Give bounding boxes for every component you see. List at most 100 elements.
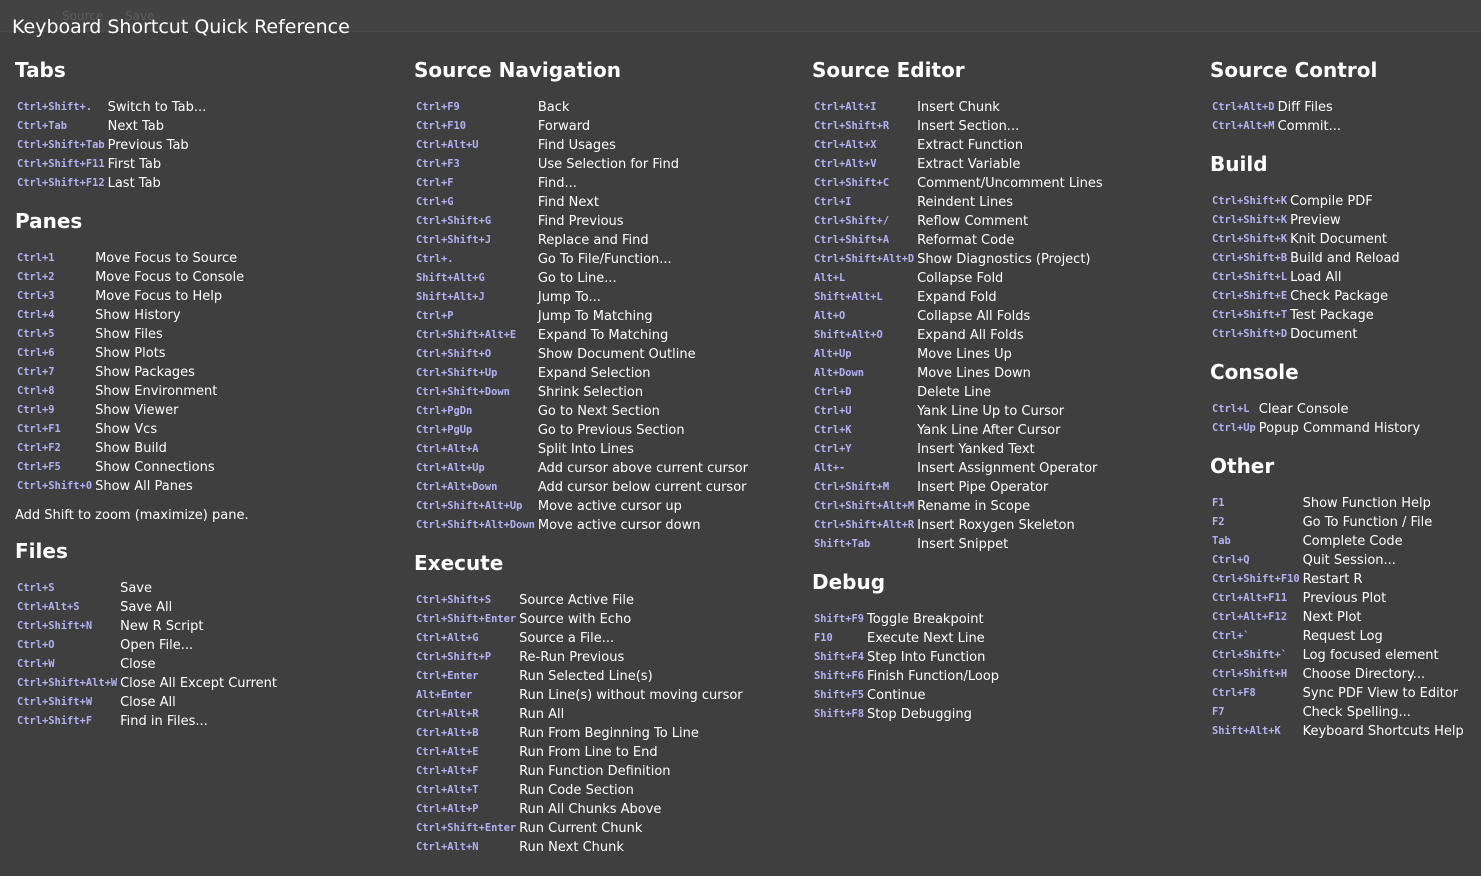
shortcut-key: Ctrl+9 <box>17 404 55 416</box>
shortcut-table: Ctrl+Shift+S Source Active File Ctrl+Shift… <box>414 591 743 857</box>
shortcut-description: Go To Function / File <box>1302 515 1433 530</box>
shortcut-key: Shift+F8 <box>814 708 865 720</box>
shortcut-row: Ctrl+G Find Next <box>414 193 748 212</box>
shortcut-key: Ctrl+Alt+X <box>814 139 877 151</box>
section-note: Add Shift to zoom (maximize) pane. <box>15 508 249 523</box>
shortcut-row: Ctrl+Shift+Enter Source with Echo <box>414 610 743 629</box>
shortcut-description: Test Package <box>1290 308 1374 323</box>
section-title: Other <box>1210 454 1275 478</box>
shortcut-description: Show Files <box>95 327 163 342</box>
shortcut-key: Ctrl+F9 <box>416 101 460 113</box>
shortcut-column-4: Source Control Ctrl+Alt+D Diff Files Ctrl+A… <box>1210 58 1464 757</box>
shortcut-key: Ctrl+F8 <box>1212 687 1256 699</box>
section-title: Console <box>1210 360 1299 384</box>
shortcut-row: Ctrl+Alt+T Run Code Section <box>414 781 743 800</box>
shortcut-description: Reflow Comment <box>917 214 1029 229</box>
section-title: Panes <box>15 209 83 233</box>
shortcut-description: Delete Line <box>917 385 992 400</box>
shortcut-row: Ctrl+Shift+G Find Previous <box>414 212 748 231</box>
shortcut-row: Ctrl+Alt+U Find Usages <box>414 136 748 155</box>
shortcut-row: Ctrl+P Jump To Matching <box>414 307 748 326</box>
shortcut-key: Ctrl+Shift+C <box>814 177 890 189</box>
shortcut-description: Execute Next Line <box>867 631 985 646</box>
shortcut-description: Document <box>1290 327 1358 342</box>
shortcut-description: Insert Assignment Operator <box>917 461 1098 476</box>
shortcut-key: Ctrl+Shift+S <box>416 594 492 606</box>
shortcut-row: Ctrl+Alt+M Commit... <box>1210 117 1341 136</box>
shortcut-row: Ctrl+` Request Log <box>1210 627 1464 646</box>
shortcut-description: Source with Echo <box>519 612 632 627</box>
shortcut-key: Ctrl+Shift+Tab <box>17 139 105 151</box>
shortcut-description: Show Viewer <box>95 403 179 418</box>
shortcut-key: Ctrl+F1 <box>17 423 61 435</box>
shortcut-row: Ctrl+Shift+M Insert Pipe Operator <box>812 478 1103 497</box>
shortcut-row: Shift+Alt+O Expand All Folds <box>812 326 1103 345</box>
shortcut-key: Ctrl+. <box>416 253 454 265</box>
shortcut-description: Move Focus to Console <box>95 270 245 285</box>
shortcut-key: Ctrl+Alt+A <box>416 443 479 455</box>
shortcut-row: Shift+F4 Step Into Function <box>812 648 999 667</box>
shortcut-description: Back <box>537 100 570 115</box>
section-title: Debug <box>812 570 886 594</box>
shortcut-key: Ctrl+U <box>814 405 852 417</box>
shortcut-key: Ctrl+Shift+Alt+E <box>416 329 517 341</box>
shortcut-description: Move active cursor up <box>537 499 682 514</box>
shortcut-key: Alt+Down <box>814 367 865 379</box>
shortcut-key: Ctrl+Y <box>814 443 852 455</box>
shortcut-table: Ctrl+Alt+I Insert Chunk Ctrl+Shift+R Insert… <box>812 98 1103 554</box>
shortcut-reference-overlay[interactable]: Source Save Keyboard Shortcut Quick Refe… <box>0 0 1481 876</box>
shortcut-key: Ctrl+Shift+M <box>814 481 890 493</box>
shortcut-description: Move Focus to Source <box>95 251 238 266</box>
shortcut-row: Ctrl+Alt+F11 Previous Plot <box>1210 589 1464 608</box>
shortcut-row: Ctrl+6 Show Plots <box>15 344 244 363</box>
shortcut-key: Ctrl+O <box>17 639 55 651</box>
shortcut-key: F10 <box>814 632 833 644</box>
shortcut-row: Ctrl+Alt+R Run All <box>414 705 743 724</box>
shortcut-row: Ctrl+Alt+V Extract Variable <box>812 155 1103 174</box>
shortcut-description: Close All <box>120 695 176 710</box>
shortcut-key: Ctrl+G <box>416 196 454 208</box>
shortcut-key: Ctrl+Shift+H <box>1212 668 1288 680</box>
page-title: Keyboard Shortcut Quick Reference <box>12 16 350 38</box>
shortcut-description: Choose Directory... <box>1302 667 1426 682</box>
shortcut-row: F1 Show Function Help <box>1210 494 1464 513</box>
shortcut-row: Ctrl+Shift+Alt+Down Move active cursor do… <box>414 516 748 535</box>
shortcut-description: Find... <box>537 176 577 191</box>
shortcut-row: Ctrl+D Delete Line <box>812 383 1103 402</box>
shortcut-description: Find in Files... <box>120 714 208 729</box>
shortcut-table: Ctrl+Alt+D Diff Files Ctrl+Alt+M Commit... <box>1210 98 1341 136</box>
shortcut-description: Split Into Lines <box>537 442 634 457</box>
shortcut-description: Reindent Lines <box>917 195 1013 210</box>
shortcut-table: Ctrl+L Clear Console Ctrl+Up Popup Command … <box>1210 400 1420 438</box>
shortcut-key: Ctrl+Alt+Up <box>416 462 485 474</box>
shortcut-description: Jump To Matching <box>537 309 653 324</box>
shortcut-description: Restart R <box>1302 572 1363 587</box>
shortcut-description: Switch to Tab... <box>107 100 207 115</box>
shortcut-row: Ctrl+PgUp Go to Previous Section <box>414 421 748 440</box>
shortcut-description: Insert Section... <box>917 119 1020 134</box>
shortcut-table: Ctrl+Shift+. Switch to Tab... Ctrl+Tab Next… <box>15 98 206 193</box>
shortcut-description: Run All <box>519 707 565 722</box>
shortcut-key: Ctrl+F <box>416 177 454 189</box>
shortcut-key: Ctrl+PgUp <box>416 424 473 436</box>
shortcut-description: Run From Beginning To Line <box>519 726 699 741</box>
shortcut-key: Ctrl+Alt+I <box>814 101 877 113</box>
shortcut-key: Shift+F5 <box>814 689 865 701</box>
shortcut-row: Ctrl+F3 Use Selection for Find <box>414 155 748 174</box>
shortcut-row: Ctrl+O Open File... <box>15 636 277 655</box>
shortcut-description: Move Lines Down <box>917 366 1031 381</box>
shortcut-row: Ctrl+Alt+S Save All <box>15 598 277 617</box>
shortcut-key: Ctrl+Shift+W <box>17 696 93 708</box>
shortcut-row: F10 Execute Next Line <box>812 629 999 648</box>
shortcut-description: Sync PDF View to Editor <box>1302 686 1459 701</box>
shortcut-key: Ctrl+Shift+A <box>814 234 890 246</box>
shortcut-key: Ctrl+D <box>814 386 852 398</box>
shortcut-key: Ctrl+Shift+R <box>814 120 890 132</box>
shortcut-row: Ctrl+Shift+Alt+Up Move active cursor up <box>414 497 748 516</box>
shortcut-row: Ctrl+Shift+A Reformat Code <box>812 231 1103 250</box>
shortcut-key: Ctrl+Shift+J <box>416 234 492 246</box>
